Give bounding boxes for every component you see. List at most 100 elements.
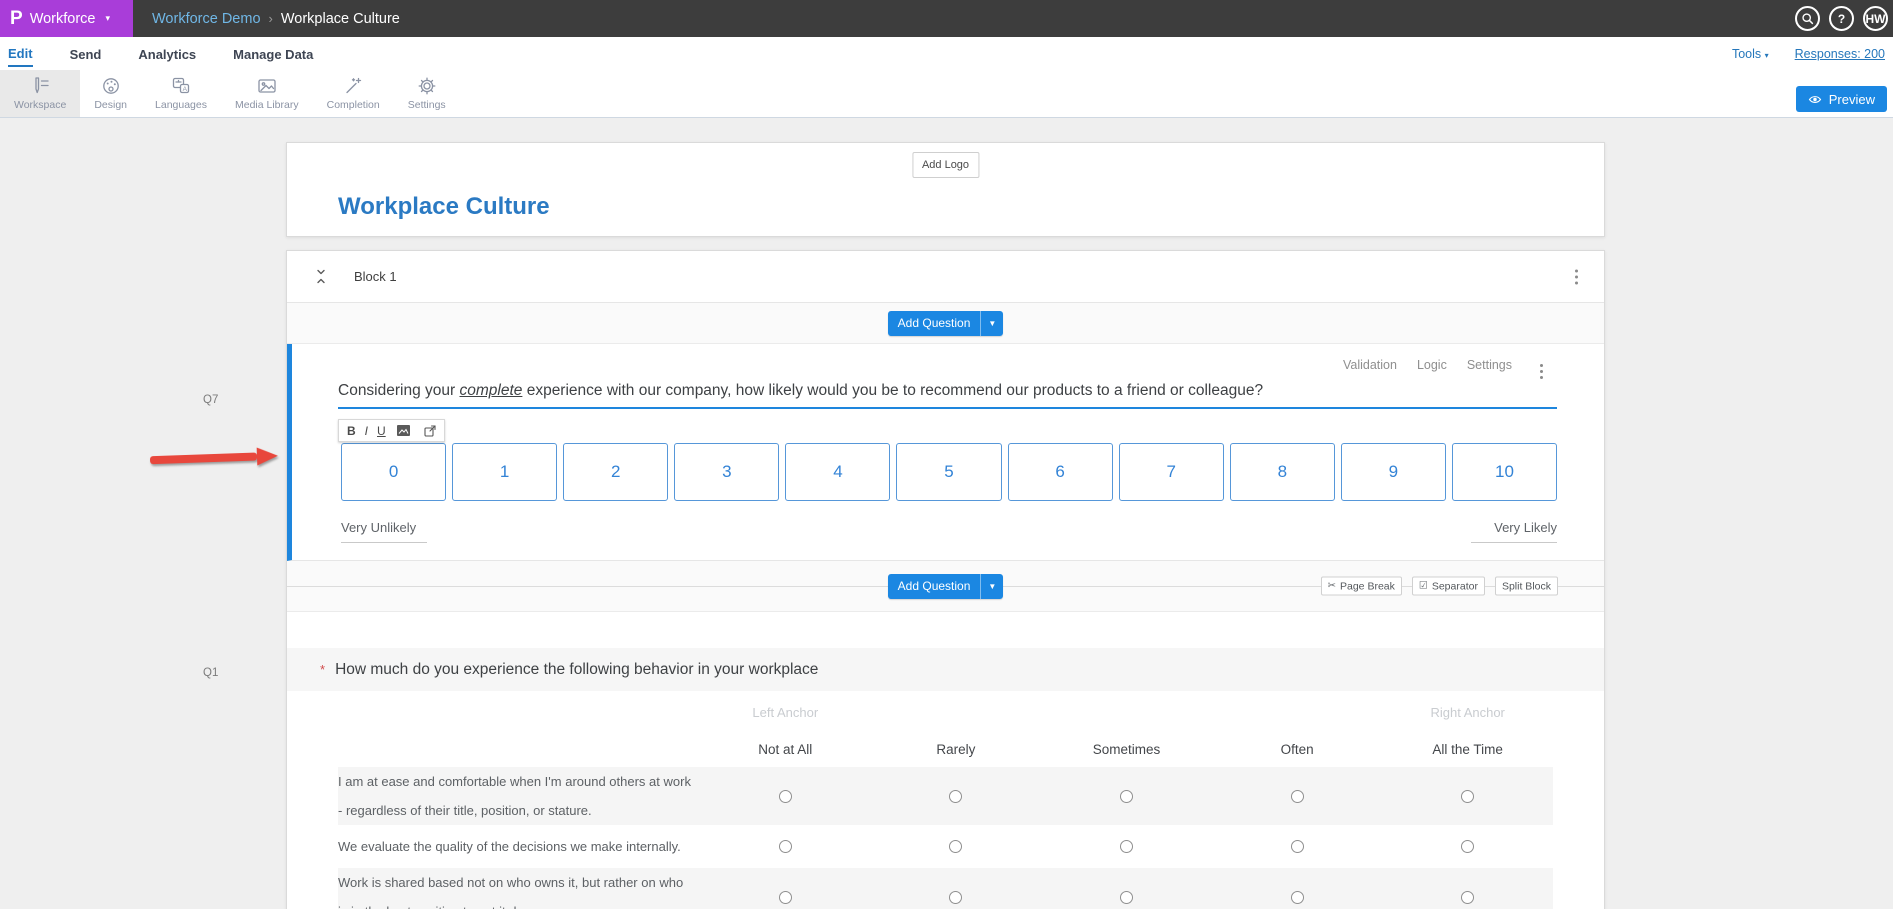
- responses-count-link[interactable]: Responses: 200: [1795, 47, 1885, 61]
- toolbar-item-media-library[interactable]: Media Library: [221, 70, 313, 117]
- image-icon: [397, 425, 410, 436]
- top-navigation-bar: P Workforce ▾ Workforce Demo › Workplace…: [0, 0, 1893, 37]
- help-button[interactable]: ?: [1829, 6, 1854, 31]
- nps-choice-8[interactable]: 8: [1230, 443, 1335, 501]
- rich-content-editor-button[interactable]: [424, 425, 436, 437]
- nps-choice-4[interactable]: 4: [785, 443, 890, 501]
- chevron-down-icon[interactable]: ▼: [980, 574, 1003, 599]
- logic-link[interactable]: Logic: [1417, 358, 1447, 372]
- toolbar-item-workspace[interactable]: Workspace: [0, 70, 80, 117]
- matrix-anchor-row: Left Anchor Right Anchor: [338, 704, 1553, 720]
- toolbar-item-label: Settings: [408, 99, 446, 111]
- preview-button[interactable]: Preview: [1796, 86, 1887, 112]
- question-options-kebab-icon[interactable]: [1536, 360, 1547, 383]
- matrix-column-headers: Not at All Rarely Sometimes Often All th…: [338, 741, 1553, 757]
- nps-choice-2[interactable]: 2: [563, 443, 668, 501]
- survey-menu-bar: Edit Send Analytics Manage Data Tools ▾ …: [0, 37, 1893, 70]
- bold-button[interactable]: B: [347, 425, 356, 437]
- left-anchor-placeholder[interactable]: Left Anchor: [752, 705, 818, 720]
- annotation-arrow: [150, 450, 278, 466]
- search-button[interactable]: [1795, 6, 1820, 31]
- column-header[interactable]: All the Time: [1432, 742, 1503, 757]
- nps-choice-3[interactable]: 3: [674, 443, 779, 501]
- question-q1-matrix[interactable]: * How much do you experience the followi…: [287, 612, 1604, 909]
- add-question-strip-bottom: Add Question ▼ ✂Page Break ☑Separator Sp…: [287, 561, 1604, 612]
- radio-button[interactable]: [1120, 840, 1133, 853]
- column-header[interactable]: Rarely: [936, 742, 975, 757]
- nps-right-anchor-label[interactable]: Very Likely: [1471, 520, 1557, 543]
- nps-choice-6[interactable]: 6: [1008, 443, 1113, 501]
- emphasized-word: complete: [459, 382, 522, 399]
- column-header[interactable]: Often: [1281, 742, 1314, 757]
- menubar-right-links: Tools ▾ Responses: 200: [1732, 37, 1885, 70]
- nps-choice-10[interactable]: 10: [1452, 443, 1557, 501]
- checkbox-icon: ☑: [1419, 581, 1428, 592]
- tab-send[interactable]: Send: [70, 41, 102, 66]
- settings-link[interactable]: Settings: [1467, 358, 1512, 372]
- validation-link[interactable]: Validation: [1343, 358, 1397, 372]
- underline-button[interactable]: U: [377, 425, 386, 437]
- radio-button[interactable]: [1461, 840, 1474, 853]
- radio-button[interactable]: [1120, 790, 1133, 803]
- radio-button[interactable]: [949, 840, 962, 853]
- question-quick-menu: Validation Logic Settings: [1343, 358, 1512, 372]
- page-break-button[interactable]: ✂Page Break: [1321, 577, 1402, 596]
- block-name[interactable]: Block 1: [354, 269, 397, 284]
- italic-button[interactable]: I: [365, 425, 368, 437]
- column-header[interactable]: Sometimes: [1093, 742, 1161, 757]
- tab-manage-data[interactable]: Manage Data: [233, 41, 313, 66]
- avatar[interactable]: HW: [1863, 6, 1888, 31]
- insert-image-button[interactable]: [397, 425, 410, 436]
- chevron-down-icon[interactable]: ▼: [980, 311, 1003, 336]
- right-anchor-placeholder[interactable]: Right Anchor: [1430, 705, 1504, 720]
- nps-choice-1[interactable]: 1: [452, 443, 557, 501]
- radio-button[interactable]: [1291, 840, 1304, 853]
- add-question-button[interactable]: Add Question ▼: [888, 574, 1004, 599]
- radio-button[interactable]: [1461, 790, 1474, 803]
- nps-choice-5[interactable]: 5: [896, 443, 1001, 501]
- question-text[interactable]: How much do you experience the following…: [335, 661, 818, 679]
- matrix-question-title: * How much do you experience the followi…: [287, 648, 1604, 691]
- survey-title[interactable]: Workplace Culture: [338, 193, 550, 221]
- radio-button[interactable]: [779, 891, 792, 904]
- question-text-editor[interactable]: Considering your complete experience wit…: [338, 344, 1557, 400]
- tools-menu-button[interactable]: Tools ▾: [1732, 47, 1769, 61]
- matrix-row-label[interactable]: Work is shared based not on who owns it,…: [338, 868, 700, 909]
- separator-button[interactable]: ☑Separator: [1412, 577, 1485, 596]
- column-header[interactable]: Not at All: [758, 742, 812, 757]
- matrix-row-label[interactable]: We evaluate the quality of the decisions…: [338, 832, 700, 861]
- add-logo-button[interactable]: Add Logo: [912, 152, 979, 178]
- matrix-row-label[interactable]: I am at ease and comfortable when I'm ar…: [338, 767, 700, 825]
- breadcrumb-project-link[interactable]: Workforce Demo: [152, 11, 261, 27]
- radio-button[interactable]: [779, 840, 792, 853]
- radio-button[interactable]: [779, 790, 792, 803]
- nps-choice-0[interactable]: 0: [341, 443, 446, 501]
- radio-button[interactable]: [1291, 891, 1304, 904]
- radio-button[interactable]: [1120, 891, 1133, 904]
- nps-choice-9[interactable]: 9: [1341, 443, 1446, 501]
- insert-tools: ✂Page Break ☑Separator Split Block: [1321, 577, 1558, 596]
- radio-button[interactable]: [1461, 891, 1474, 904]
- nps-anchor-labels: Very Unlikely Very Likely: [341, 520, 1557, 543]
- nps-left-anchor-label[interactable]: Very Unlikely: [341, 520, 427, 543]
- radio-button[interactable]: [1291, 790, 1304, 803]
- radio-button[interactable]: [949, 891, 962, 904]
- toolbar-item-completion[interactable]: Completion: [313, 70, 394, 117]
- toolbar-item-languages[interactable]: A Languages: [141, 70, 221, 117]
- add-question-strip-top: Add Question ▼: [287, 303, 1604, 344]
- radio-button[interactable]: [949, 790, 962, 803]
- collapse-block-icon[interactable]: [315, 269, 327, 284]
- toolbar-item-label: Media Library: [235, 99, 299, 111]
- add-question-button[interactable]: Add Question ▼: [888, 311, 1004, 336]
- nps-choice-7[interactable]: 7: [1119, 443, 1224, 501]
- toolbar-item-design[interactable]: Design: [80, 70, 141, 117]
- tab-edit[interactable]: Edit: [8, 40, 33, 67]
- split-block-button[interactable]: Split Block: [1495, 577, 1558, 596]
- block-options-kebab-icon[interactable]: [1571, 265, 1582, 288]
- toolbar-item-settings[interactable]: Settings: [394, 70, 460, 117]
- question-q7-nps[interactable]: Validation Logic Settings Considering yo…: [287, 344, 1604, 561]
- matrix-row: We evaluate the quality of the decisions…: [338, 825, 1553, 868]
- tab-analytics[interactable]: Analytics: [138, 41, 196, 66]
- toolbar-item-label: Completion: [327, 99, 380, 111]
- product-switcher-button[interactable]: P Workforce ▾: [0, 0, 133, 37]
